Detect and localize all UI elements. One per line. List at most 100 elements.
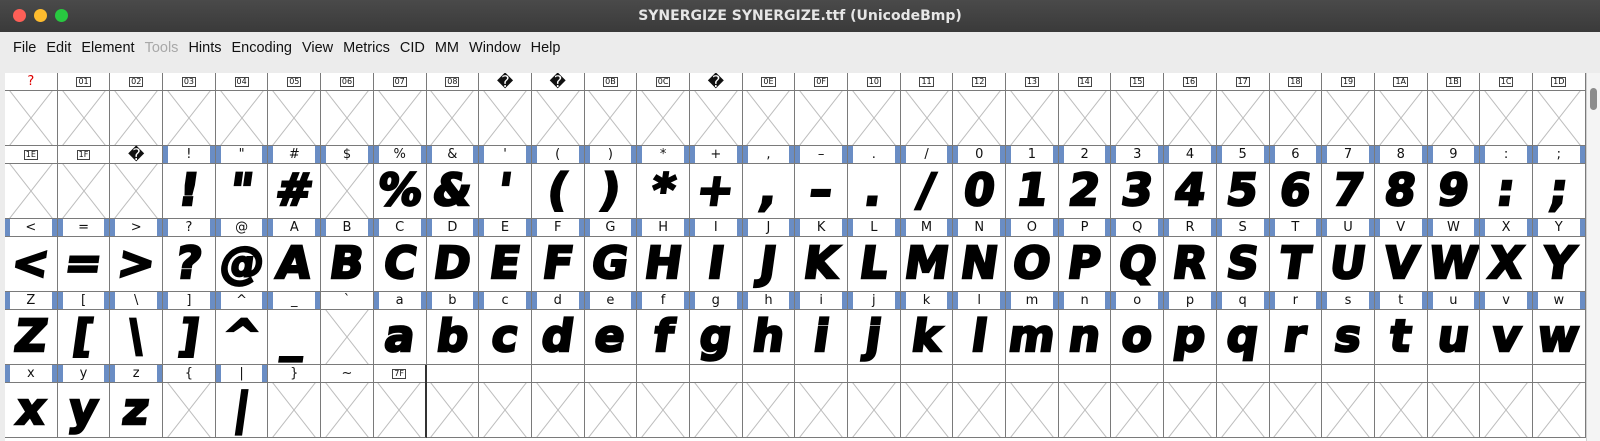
glyph-cell[interactable]: � [110, 145, 164, 219]
glyph-cell[interactable]: 10 [848, 73, 901, 146]
glyph-cell[interactable]: 16 [1164, 73, 1217, 146]
glyph-cell[interactable] [1164, 365, 1217, 438]
glyph-cell[interactable]: 08 [426, 73, 480, 146]
glyph-cell[interactable] [1269, 365, 1323, 438]
glyph-cell[interactable]: NN [953, 219, 1007, 292]
zoom-window-button[interactable] [55, 9, 68, 22]
glyph-cell[interactable]: 1D [1532, 73, 1586, 146]
close-window-button[interactable] [13, 9, 26, 22]
glyph-cell[interactable]: 1E [5, 146, 58, 219]
vertical-scrollbar[interactable] [1586, 73, 1600, 441]
glyph-cell[interactable]: .. [848, 146, 901, 219]
glyph-cell[interactable] [479, 365, 532, 438]
glyph-cell[interactable]: SS [1216, 219, 1270, 292]
glyph-cell[interactable]: ll [953, 292, 1007, 365]
glyph-cell[interactable]: 0E [742, 73, 796, 146]
glyph-cell[interactable]: 33 [1111, 146, 1165, 219]
glyph-cell[interactable]: nn [1058, 292, 1112, 365]
menu-metrics[interactable]: Metrics [343, 40, 390, 56]
glyph-cell[interactable]: 03 [163, 73, 216, 146]
glyph-cell[interactable] [637, 365, 690, 438]
glyph-cell[interactable]: 12 [953, 73, 1007, 146]
glyph-cell[interactable]: 15 [1111, 73, 1165, 146]
glyph-cell[interactable]: ZZ [5, 292, 58, 365]
glyph-cell[interactable]: KK [795, 219, 848, 292]
glyph-cell[interactable]: ,, [742, 146, 796, 219]
glyph-cell[interactable]: aa [373, 292, 427, 365]
glyph-grid-view[interactable]: ? 01 02 03 04 05 06 07 08 � � 0B 0C � 0E 0F 10 11 12 13 14 15… [5, 73, 1586, 441]
glyph-cell[interactable]: ]] [163, 292, 216, 365]
glyph-cell[interactable]: 0C [637, 73, 690, 146]
glyph-cell[interactable]: BB [321, 219, 374, 292]
glyph-cell[interactable]: 01 [57, 73, 111, 146]
glyph-cell[interactable]: $ [321, 146, 374, 219]
glyph-cell[interactable] [1532, 365, 1586, 438]
glyph-cell[interactable]: VV [1374, 219, 1428, 292]
glyph-cell[interactable]: QQ [1111, 219, 1165, 292]
glyph-cell[interactable]: cc [479, 292, 532, 365]
menu-file[interactable]: File [13, 40, 36, 56]
glyph-cell[interactable]: & & [426, 146, 480, 219]
glyph-cell[interactable]: JJ [742, 219, 796, 292]
glyph-cell[interactable]: 1A [1374, 73, 1428, 146]
glyph-cell[interactable]: HH [637, 219, 690, 292]
menu-window[interactable]: Window [469, 40, 521, 56]
glyph-cell[interactable]: mm [1006, 292, 1059, 365]
glyph-cell[interactable]: 0F [795, 73, 848, 146]
glyph-cell[interactable]: < < [5, 219, 58, 292]
glyph-cell[interactable]: � [479, 73, 532, 146]
glyph-cell[interactable]: bb [426, 292, 480, 365]
glyph-cell[interactable]: 1C [1480, 73, 1533, 146]
glyph-cell[interactable]: * * [637, 146, 690, 219]
glyph-cell[interactable]: DD [426, 219, 480, 292]
glyph-cell[interactable]: � [531, 73, 585, 146]
glyph-cell[interactable]: zz [110, 365, 164, 438]
glyph-cell[interactable]: PP [1058, 219, 1112, 292]
glyph-cell[interactable]: xx [5, 365, 58, 438]
glyph-cell[interactable]: )) [584, 146, 638, 219]
glyph-cell[interactable]: EE [479, 219, 532, 292]
glyph-cell[interactable]: XX [1480, 219, 1533, 292]
glyph-cell[interactable]: # # [268, 146, 322, 219]
menu-edit[interactable]: Edit [46, 40, 71, 56]
glyph-cell[interactable]: � [689, 73, 743, 146]
glyph-cell[interactable]: ` [321, 292, 374, 365]
glyph-cell[interactable] [900, 365, 954, 438]
glyph-cell[interactable]: MM [900, 219, 954, 292]
glyph-cell[interactable]: 07 [373, 73, 427, 146]
glyph-cell[interactable]: %% [373, 146, 427, 219]
glyph-cell[interactable]: 13 [1006, 73, 1059, 146]
glyph-cell[interactable]: 0B [584, 73, 638, 146]
glyph-cell[interactable]: yy [57, 365, 111, 438]
glyph-cell[interactable]: _ _ [268, 292, 322, 365]
menu-cid[interactable]: CID [400, 40, 425, 56]
glyph-cell[interactable] [953, 365, 1007, 438]
glyph-cell[interactable]: UU [1322, 219, 1375, 292]
glyph-cell[interactable] [795, 365, 848, 438]
glyph-cell[interactable]: II [689, 219, 743, 292]
glyph-cell[interactable] [1111, 365, 1165, 438]
glyph-cell[interactable] [742, 365, 796, 438]
glyph-cell[interactable]: 1F [57, 146, 111, 219]
glyph-cell[interactable]: YY [1532, 219, 1586, 292]
glyph-cell[interactable]: 02 [110, 73, 164, 146]
glyph-cell[interactable]: 99 [1427, 146, 1481, 219]
glyph-cell[interactable]: ? [5, 73, 58, 146]
glyph-cell[interactable] [1374, 365, 1428, 438]
glyph-cell[interactable] [1480, 365, 1533, 438]
glyph-cell[interactable]: 11 [1006, 146, 1059, 219]
glyph-cell[interactable]: jj [848, 292, 901, 365]
glyph-cell[interactable]: { [163, 365, 216, 438]
glyph-cell[interactable]: = = [57, 219, 111, 292]
glyph-cell[interactable]: 17 [1216, 73, 1270, 146]
glyph-cell[interactable]: – – [795, 146, 848, 219]
glyph-cell[interactable]: CC [373, 219, 427, 292]
glyph-cell[interactable]: [[ [57, 292, 111, 365]
glyph-cell[interactable]: 1B [1427, 73, 1481, 146]
glyph-cell[interactable]: ss [1322, 292, 1375, 365]
glyph-cell[interactable]: ' ' [479, 146, 532, 219]
glyph-cell[interactable]: RR [1164, 219, 1217, 292]
glyph-cell[interactable] [1427, 365, 1481, 438]
glyph-cell[interactable]: ee [584, 292, 638, 365]
glyph-cell[interactable]: / / [900, 146, 954, 219]
